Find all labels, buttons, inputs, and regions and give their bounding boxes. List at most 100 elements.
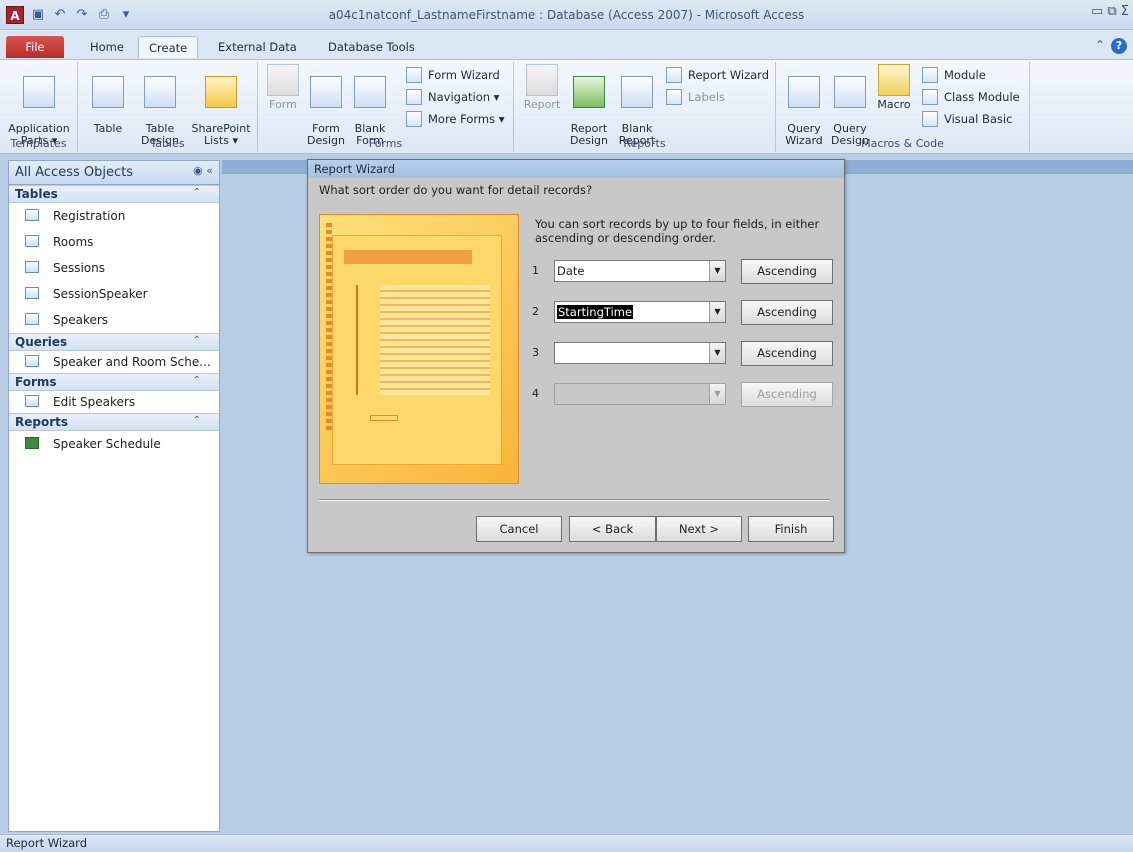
finish-button[interactable]: Finish <box>748 516 834 542</box>
chevron-up-icon: ⌃ <box>192 335 201 346</box>
window-controls[interactable]: ▭ ⧉ Σ <box>1091 4 1129 19</box>
group-label-macros-code: Macros & Code <box>861 137 944 150</box>
sort-order-3-button[interactable]: Ascending <box>741 341 833 366</box>
tab-external-data[interactable]: External Data <box>208 36 307 58</box>
nav-item-sessionspeaker[interactable]: SessionSpeaker <box>9 281 219 307</box>
application-parts-button[interactable]: Application Parts ▾ <box>4 64 74 147</box>
next-button[interactable]: Next > <box>656 516 742 542</box>
sort-row-2: 2 StartingTime ▼ Ascending <box>530 299 833 325</box>
query-wizard-button[interactable]: Query Wizard <box>782 64 826 147</box>
sort-row-3: 3 ▼ Ascending <box>530 340 833 366</box>
cancel-button[interactable]: Cancel <box>476 516 562 542</box>
macro-icon <box>878 64 910 96</box>
ribbon-tabs: File Home Create External Data Database … <box>0 30 1133 60</box>
chevron-up-icon: ⌃ <box>192 415 201 426</box>
sort-order-2-button[interactable]: Ascending <box>741 300 833 325</box>
nav-item-speaker-schedule[interactable]: Speaker Schedule <box>9 431 219 457</box>
form-design-icon <box>310 76 342 108</box>
tab-file[interactable]: File <box>6 36 64 58</box>
sort-row-4: 4 ▼ Ascending <box>530 381 833 407</box>
tab-home[interactable]: Home <box>80 36 134 58</box>
blank-report-button[interactable]: Blank Report <box>614 64 660 147</box>
sort-arrow-icon <box>356 285 358 395</box>
tab-create[interactable]: Create <box>138 36 199 58</box>
chevron-up-icon: ⌃ <box>192 375 201 386</box>
visual-basic-button[interactable]: Visual Basic <box>922 110 1012 128</box>
nav-item-rooms[interactable]: Rooms <box>9 229 219 255</box>
labels-button[interactable]: Labels <box>666 88 725 106</box>
navpane-collapse-icon[interactable]: « <box>206 164 213 177</box>
navpane-menu-icon[interactable]: ◉ <box>193 164 203 177</box>
nav-item-edit-speakers[interactable]: Edit Speakers <box>9 391 219 413</box>
group-label-reports: Reports <box>623 137 666 150</box>
title-bar: A ▣ ↶ ↷ ⎙ ▾ a04c1natconf_LastnameFirstna… <box>0 0 1133 30</box>
navigation-button[interactable]: Navigation ▾ <box>406 88 499 106</box>
help-icon[interactable]: ? <box>1111 38 1127 54</box>
report-wizard-icon <box>666 67 682 83</box>
chevron-down-icon[interactable]: ▼ <box>709 343 725 363</box>
form-design-button[interactable]: Form Design <box>306 64 346 147</box>
navgroup-forms[interactable]: Forms ⌃ <box>9 373 219 391</box>
navgroup-queries[interactable]: Queries ⌃ <box>9 333 219 351</box>
status-text: Report Wizard <box>6 836 87 850</box>
sort-order-1-button[interactable]: Ascending <box>741 259 833 284</box>
query-design-button[interactable]: Query Design <box>828 64 872 147</box>
report-design-icon <box>573 76 605 108</box>
nav-item-query[interactable]: Speaker and Room Sche... <box>9 351 219 373</box>
group-label-forms: Forms <box>368 137 403 150</box>
minimize-ribbon-icon[interactable]: ⌃ <box>1095 38 1105 52</box>
tab-database-tools[interactable]: Database Tools <box>318 36 425 58</box>
navpane-header[interactable]: All Access Objects ◉ « <box>9 161 219 185</box>
sort-field-4-select[interactable]: ▼ <box>554 383 726 405</box>
status-bar: Report Wizard <box>0 834 1133 852</box>
query-wizard-icon <box>788 76 820 108</box>
form-button[interactable]: Form <box>264 64 302 111</box>
blank-form-button[interactable]: Blank Form <box>350 64 390 147</box>
table-icon <box>92 76 124 108</box>
nav-item-sessions[interactable]: Sessions <box>9 255 219 281</box>
more-forms-button[interactable]: More Forms ▾ <box>406 110 505 128</box>
wizard-question: What sort order do you want for detail r… <box>319 183 593 197</box>
nav-item-registration[interactable]: Registration <box>9 203 219 229</box>
ribbon: Application Parts ▾ Templates Table Tabl… <box>0 59 1133 154</box>
form-icon <box>267 64 299 96</box>
query-icon <box>25 355 39 367</box>
group-templates: Application Parts ▾ Templates <box>0 62 78 152</box>
sharepoint-icon <box>205 76 237 108</box>
class-module-icon <box>922 89 938 105</box>
group-reports: Report Report Design Blank Report Report… <box>514 62 776 152</box>
back-button[interactable]: < Back <box>569 516 656 542</box>
macro-button[interactable]: Macro <box>874 64 914 111</box>
sort-order-4-button: Ascending <box>741 382 833 407</box>
chevron-down-icon[interactable]: ▼ <box>709 261 725 281</box>
nav-item-speakers[interactable]: Speakers <box>9 307 219 333</box>
form-wizard-icon <box>406 67 422 83</box>
sharepoint-lists-button[interactable]: SharePoint Lists ▾ <box>188 64 254 147</box>
sort-field-2-select[interactable]: StartingTime ▼ <box>554 301 726 323</box>
group-forms: Form Form Design Blank Form Form Wizard … <box>258 62 514 152</box>
form-wizard-button[interactable]: Form Wizard <box>406 66 500 84</box>
navigation-icon <box>406 89 422 105</box>
navgroup-reports[interactable]: Reports ⌃ <box>9 413 219 431</box>
sort-row-1: 1 Date ▼ Ascending <box>530 258 833 284</box>
class-module-button[interactable]: Class Module <box>922 88 1020 106</box>
report-wizard-dialog: Report Wizard What sort order do you wan… <box>307 159 845 553</box>
chevron-down-icon[interactable]: ▼ <box>709 302 725 322</box>
table-design-icon <box>144 76 176 108</box>
table-design-button[interactable]: Table Design <box>138 64 182 147</box>
sort-field-1-select[interactable]: Date ▼ <box>554 260 726 282</box>
table-button[interactable]: Table <box>88 64 128 135</box>
report-design-button[interactable]: Report Design <box>566 64 612 147</box>
table-icon <box>25 287 39 299</box>
window-title: a04c1natconf_LastnameFirstname : Databas… <box>328 8 805 22</box>
navgroup-tables[interactable]: Tables ⌃ <box>9 185 219 203</box>
blank-report-icon <box>621 76 653 108</box>
chevron-up-icon: ⌃ <box>192 187 201 198</box>
group-label-tables: Tables <box>150 137 185 150</box>
report-wizard-button[interactable]: Report Wizard <box>666 66 769 84</box>
report-button[interactable]: Report <box>520 64 564 111</box>
module-button[interactable]: Module <box>922 66 986 84</box>
table-icon <box>25 235 39 247</box>
sort-field-3-select[interactable]: ▼ <box>554 342 726 364</box>
visual-basic-icon <box>922 111 938 127</box>
